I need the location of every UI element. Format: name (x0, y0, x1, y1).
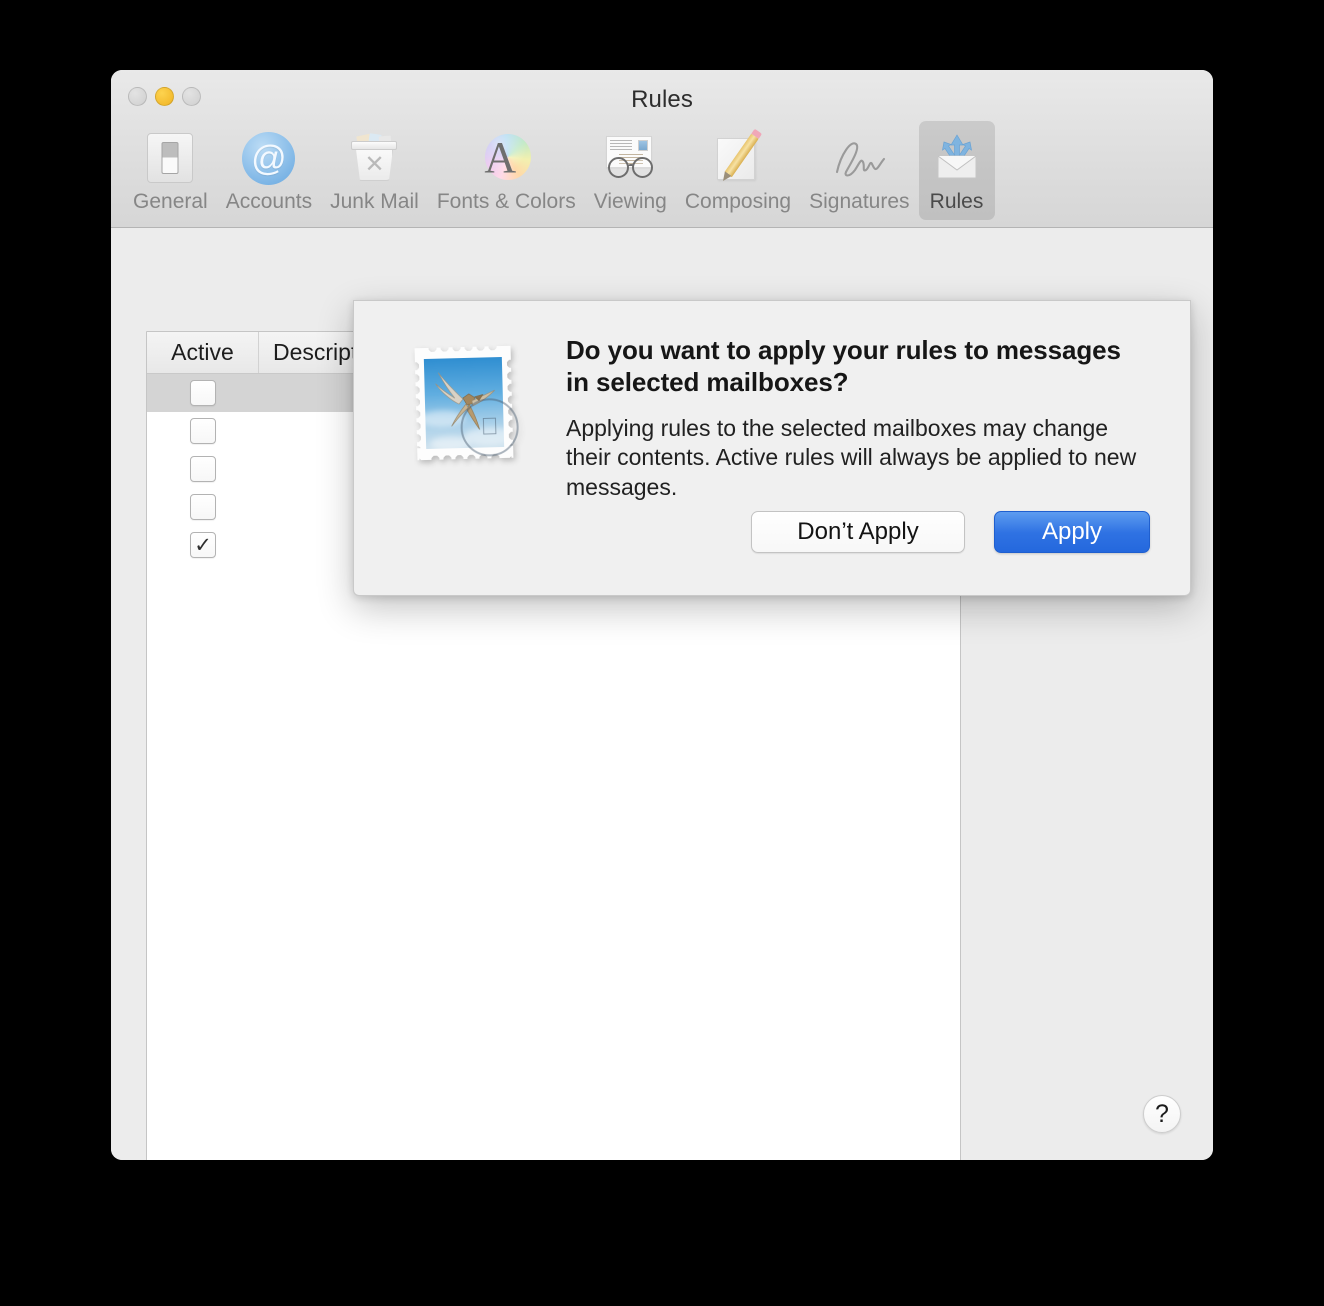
light-switch-icon (141, 129, 199, 187)
toolbar-label-viewing: Viewing (593, 190, 667, 213)
active-checkbox[interactable]: ✓ (190, 532, 216, 558)
apply-button[interactable]: Apply (994, 511, 1150, 553)
toolbar-label-general: General (133, 190, 208, 213)
toolbar-item-composing[interactable]: Composing (676, 121, 800, 220)
preferences-toolbar: General @ Accounts ✕ Junk Mail A Fonts &… (111, 115, 1213, 228)
color-wheel-a-icon: A (477, 129, 535, 187)
column-header-active[interactable]: Active (147, 332, 259, 373)
toolbar-label-accounts: Accounts (225, 190, 313, 213)
toolbar-item-junk-mail[interactable]: ✕ Junk Mail (321, 121, 428, 220)
row-active-cell: ✓ (147, 532, 259, 558)
row-active-cell (147, 456, 259, 482)
trash-can-icon: ✕ (345, 129, 403, 187)
dont-apply-button[interactable]: Don’t Apply (751, 511, 965, 553)
toolbar-label-fonts-colors: Fonts & Colors (436, 190, 576, 213)
apply-rules-dialog:  Do you want to apply your rules to mes… (353, 300, 1191, 596)
active-checkbox[interactable] (190, 380, 216, 406)
toolbar-label-signatures: Signatures (809, 190, 910, 213)
toolbar-item-accounts[interactable]: @ Accounts (217, 121, 321, 220)
toolbar-label-composing: Composing (684, 190, 792, 213)
mail-stamp-icon:  (408, 337, 538, 467)
dialog-title: Do you want to apply your rules to messa… (566, 335, 1121, 397)
mail-preferences-window: Rules General @ Accounts ✕ Junk Mail A F… (111, 70, 1213, 1160)
toolbar-label-rules: Rules (929, 190, 984, 213)
at-sign-icon: @ (240, 129, 298, 187)
toolbar-label-junk-mail: Junk Mail (330, 190, 419, 213)
help-button[interactable]: ? (1143, 1095, 1181, 1133)
window-chrome: Rules General @ Accounts ✕ Junk Mail A F… (111, 70, 1213, 228)
pencil-page-icon (709, 129, 767, 187)
toolbar-item-fonts-colors[interactable]: A Fonts & Colors (428, 121, 585, 220)
eyeglasses-icon (601, 129, 659, 187)
active-checkbox[interactable] (190, 494, 216, 520)
rules-envelope-icon (928, 129, 986, 187)
row-active-cell (147, 380, 259, 406)
window-title: Rules (631, 86, 693, 113)
screen: Rules General @ Accounts ✕ Junk Mail A F… (0, 0, 1324, 1306)
toolbar-item-signatures[interactable]: Signatures (800, 121, 918, 220)
active-checkbox[interactable] (190, 418, 216, 444)
dialog-buttons: Don’t Apply Apply (751, 511, 1150, 553)
signature-icon (830, 129, 888, 187)
toolbar-item-viewing[interactable]: Viewing (585, 121, 676, 220)
dialog-body-text: Applying rules to the selected mailboxes… (566, 415, 1137, 500)
active-checkbox[interactable] (190, 456, 216, 482)
row-active-cell (147, 494, 259, 520)
toolbar-item-general[interactable]: General (124, 121, 217, 220)
row-active-cell (147, 418, 259, 444)
toolbar-item-rules[interactable]: Rules (918, 121, 995, 220)
